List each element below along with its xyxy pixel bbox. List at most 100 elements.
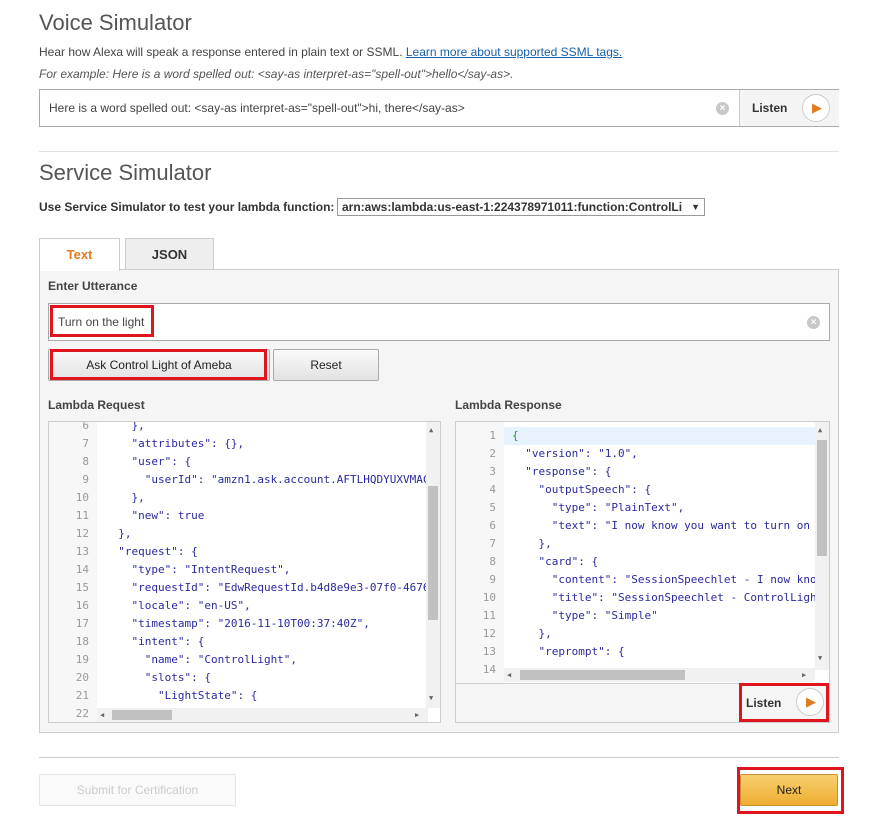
code-line: 5 "type": "PlainText", (456, 499, 815, 517)
reset-button[interactable]: Reset (273, 349, 379, 381)
code-text: "LightState": { (105, 689, 258, 702)
divider (39, 151, 839, 152)
code-text: }, (512, 627, 552, 640)
play-icon: ▶ (802, 94, 830, 122)
code-line: 4 "outputSpeech": { (456, 481, 815, 499)
line-number: 8 (82, 455, 89, 468)
code-text: "type": "Simple" (512, 609, 658, 622)
code-text: "name": "ControlLight", (105, 653, 298, 666)
code-text: "version": "1.0", (512, 447, 638, 460)
horizontal-scrollbar[interactable]: ◀ ▶ (504, 668, 815, 682)
voice-input[interactable]: Here is a word spelled out: <say-as inte… (49, 101, 465, 115)
code-line: 6 }, (49, 421, 426, 435)
code-text: { (512, 429, 519, 442)
code-line: 21 "LightState": { (49, 687, 426, 705)
code-line: 7 }, (456, 535, 815, 553)
line-number: 10 (482, 591, 496, 604)
description-text: Hear how Alexa will speak a response ent… (39, 45, 403, 59)
line-number: 2 (489, 447, 496, 460)
lambda-request-label: Lambda Request (48, 398, 145, 412)
code-text: "text": "I now know you want to turn on … (512, 519, 824, 532)
code-line: 10 "title": "SessionSpeechlet - ControlL… (456, 589, 824, 607)
lambda-request-editor[interactable]: 6 }, 7 "attributes": {}, 8 "user": {9 "use… (48, 421, 441, 723)
utterance-label: Enter Utterance (48, 279, 138, 293)
line-number: 12 (482, 627, 496, 640)
line-number: 9 (489, 573, 496, 586)
line-number: 10 (75, 491, 89, 504)
code-text: "response": { (512, 465, 612, 478)
tab-text[interactable]: Text (39, 238, 120, 271)
voice-listen-button[interactable]: Listen ▶ (739, 90, 839, 126)
divider (39, 757, 839, 758)
ssml-tags-link[interactable]: Learn more about supported SSML tags. (406, 45, 622, 59)
line-number: 15 (75, 581, 89, 594)
submit-certification-button[interactable]: Submit for Certification (39, 774, 236, 806)
line-number: 19 (75, 653, 89, 666)
code-text: "user": { (105, 455, 192, 468)
highlight-box (737, 767, 844, 814)
function-select[interactable]: arn:aws:lambda:us-east-1:224378971011:fu… (337, 198, 705, 216)
code-text: "type": "PlainText", (512, 501, 685, 514)
code-line: 19 "name": "ControlLight", (49, 651, 426, 669)
code-line: 11 "type": "Simple" (456, 607, 815, 625)
line-number: 13 (75, 545, 89, 558)
code-line: 13 "reprompt": { (456, 643, 815, 661)
code-line: 9 "userId": "amzn1.ask.account.AFTLHQDYU… (49, 471, 429, 489)
voice-input-group: Here is a word spelled out: <say-as inte… (39, 89, 839, 127)
line-number: 6 (489, 519, 496, 532)
highlight-box (50, 305, 154, 337)
vertical-scrollbar[interactable]: ▲ ▼ (815, 422, 829, 670)
code-text: "title": "SessionSpeechlet - ControlLigh… (512, 591, 824, 604)
clear-icon[interactable]: × (807, 316, 820, 329)
lambda-response-editor[interactable]: 1{ 2 "version": "1.0", 3 "response": { 4 "o… (456, 422, 829, 684)
line-number: 3 (489, 465, 496, 478)
line-number: 20 (75, 671, 89, 684)
voice-simulator-title: Voice Simulator (39, 10, 192, 35)
code-text: "intent": { (105, 635, 205, 648)
highlight-box (50, 349, 267, 380)
line-number: 4 (489, 483, 496, 496)
line-number: 11 (75, 509, 89, 522)
function-label: Use Service Simulator to test your lambd… (39, 200, 335, 214)
tab-json[interactable]: JSON (125, 238, 214, 269)
code-text: }, (512, 537, 552, 550)
code-line: 1{ (456, 427, 815, 445)
code-text: }, (105, 421, 145, 432)
code-line: 9 "content": "SessionSpeechlet - I now k… (456, 571, 823, 589)
line-number: 8 (489, 555, 496, 568)
line-number: 9 (82, 473, 89, 486)
code-line: 7 "attributes": {}, (49, 435, 426, 453)
voice-example: For example: Here is a word spelled out:… (39, 67, 514, 81)
code-line: 8 "user": { (49, 453, 426, 471)
code-line: 12 }, (456, 625, 815, 643)
code-line: 11 "new": true (49, 507, 426, 525)
clear-icon[interactable]: × (716, 102, 729, 115)
line-number: 22 (75, 707, 89, 720)
horizontal-scrollbar[interactable]: ◀ ▶ (97, 708, 428, 722)
line-number: 12 (75, 527, 89, 540)
code-line: 20 "slots": { (49, 669, 426, 687)
code-line: 12 }, (49, 525, 426, 543)
vertical-scrollbar[interactable]: ▲ ▼ (426, 422, 440, 708)
code-line: 6 "text": "I now know you want to turn o… (456, 517, 823, 535)
code-text: "card": { (512, 555, 599, 568)
code-text: "content": "SessionSpeechlet - I now kno… (512, 573, 824, 586)
line-number: 21 (75, 689, 89, 702)
line-number: 7 (489, 537, 496, 550)
code-text: }, (105, 527, 132, 540)
line-number: 13 (482, 645, 496, 658)
code-text: "slots": { (105, 671, 211, 684)
code-text: }, (105, 491, 145, 504)
lambda-response-panel: 1{ 2 "version": "1.0", 3 "response": { 4 "o… (455, 421, 830, 723)
code-text: "request": { (105, 545, 198, 558)
line-number: 14 (482, 663, 496, 676)
code-line: 13 "request": { (49, 543, 426, 561)
line-number: 11 (482, 609, 496, 622)
code-text: "requestId": "EdwRequestId.b4d8e9e3-07f0… (105, 581, 430, 594)
code-text: "outputSpeech": { (512, 483, 652, 496)
code-text: "timestamp": "2016-11-10T00:37:40Z", (105, 617, 370, 630)
line-number: 5 (489, 501, 496, 514)
lambda-response-label: Lambda Response (455, 398, 562, 412)
line-number: 18 (75, 635, 89, 648)
code-line: 14 "type": "IntentRequest", (49, 561, 426, 579)
